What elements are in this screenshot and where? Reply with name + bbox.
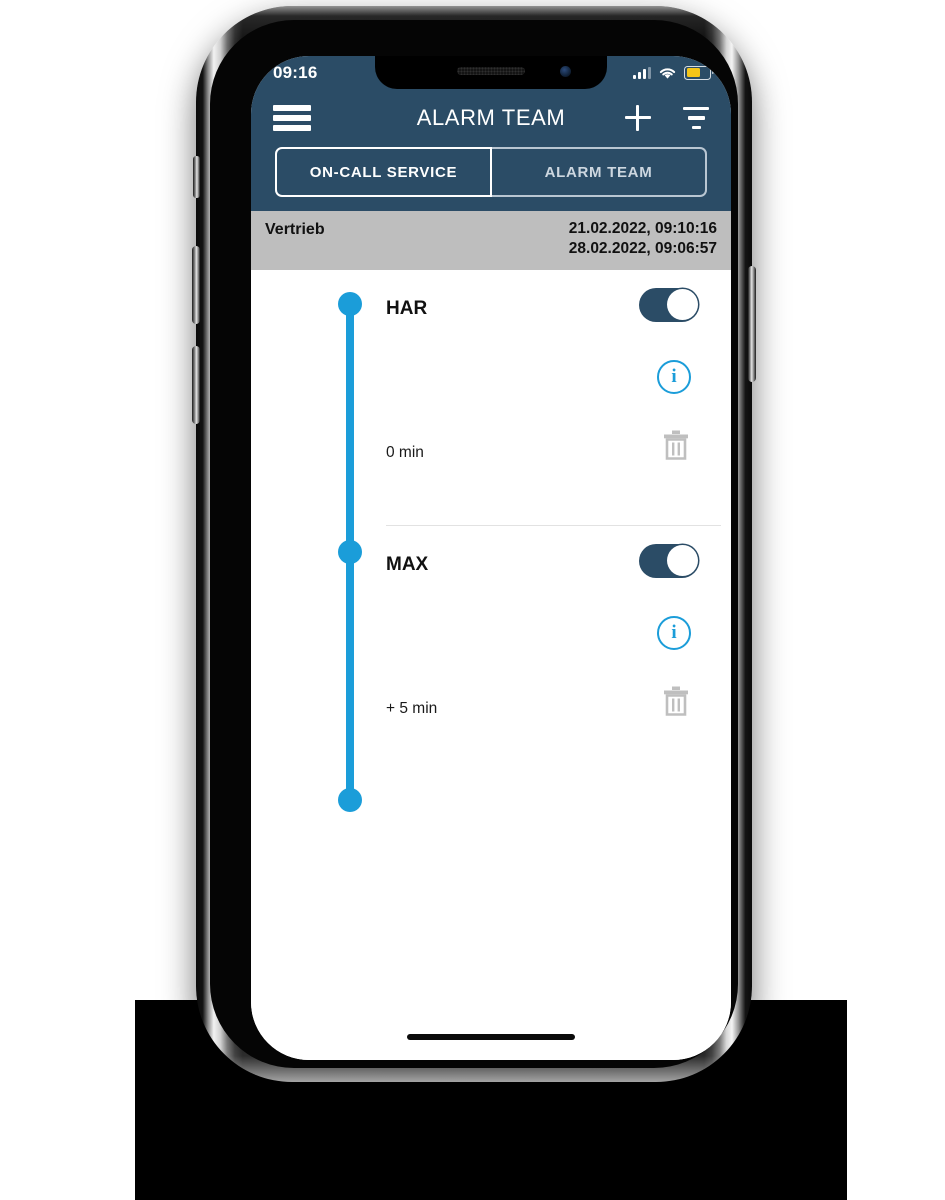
row-offset-har: 0 min: [386, 443, 424, 461]
trash-icon[interactable]: [663, 430, 689, 460]
row-offset-max: + 5 min: [386, 699, 438, 717]
wifi-icon: [659, 67, 676, 79]
plus-icon[interactable]: [625, 105, 651, 131]
group-header[interactable]: Vertrieb 21.02.2022, 09:10:16 28.02.2022…: [251, 211, 731, 270]
alarm-row-list: HAR 0 min i MAX + 5 min i: [386, 270, 731, 1060]
toggle-knob: [666, 545, 698, 577]
tab-bar: ON-CALL SERVICE ALARM TEAM: [251, 147, 731, 211]
home-indicator[interactable]: [407, 1034, 575, 1040]
row-title-max: MAX: [386, 553, 429, 575]
toggle-max[interactable]: [639, 543, 699, 578]
group-name: Vertrieb: [265, 221, 325, 238]
group-date-start: 21.02.2022, 09:10:16: [568, 220, 717, 237]
device-notch: [375, 56, 607, 89]
filter-icon[interactable]: [683, 107, 709, 129]
timeline-content: START 0 min END HAR 0 min i: [251, 269, 731, 1060]
mute-switch-button[interactable]: [193, 156, 200, 198]
volume-up-button[interactable]: [192, 246, 200, 324]
timeline-node-start[interactable]: [338, 291, 362, 316]
toggle-knob: [666, 289, 698, 321]
app-bar: ALARM TEAM: [251, 89, 731, 147]
cellular-signal-icon: [633, 66, 651, 79]
earpiece-speaker-icon: [457, 67, 525, 75]
battery-icon: [684, 65, 714, 80]
trash-icon[interactable]: [663, 686, 689, 716]
tab-on-call-service[interactable]: ON-CALL SERVICE: [275, 147, 492, 197]
timeline-node-end[interactable]: [338, 787, 362, 812]
info-icon[interactable]: i: [657, 615, 691, 650]
volume-down-button[interactable]: [192, 346, 200, 424]
front-camera-icon: [560, 66, 571, 77]
tab-alarm-team[interactable]: ALARM TEAM: [492, 147, 707, 197]
hamburger-menu-icon[interactable]: [273, 105, 311, 131]
row-title-har: HAR: [386, 297, 428, 319]
timeline-rail: START 0 min END: [338, 291, 362, 1060]
table-row: HAR 0 min i: [386, 270, 721, 526]
status-indicators: [633, 65, 715, 80]
status-time: 09:16: [273, 62, 318, 82]
device-screen: 09:16 ALARM TEAM ON-CALL SERVICE ALARM T…: [251, 56, 731, 1060]
timeline-node-middle[interactable]: [338, 539, 362, 564]
group-dates: 21.02.2022, 09:10:16 28.02.2022, 09:06:5…: [569, 219, 717, 260]
info-icon[interactable]: i: [657, 359, 691, 394]
group-date-end: 28.02.2022, 09:06:57: [568, 240, 717, 258]
phone-device: 09:16 ALARM TEAM ON-CALL SERVICE ALARM T…: [192, 6, 756, 1082]
toggle-har[interactable]: [639, 287, 699, 322]
device-bezel: 09:16 ALARM TEAM ON-CALL SERVICE ALARM T…: [210, 20, 738, 1068]
table-row: MAX + 5 min i: [386, 526, 721, 781]
app-bar-actions: [625, 105, 709, 131]
power-button[interactable]: [748, 266, 756, 382]
